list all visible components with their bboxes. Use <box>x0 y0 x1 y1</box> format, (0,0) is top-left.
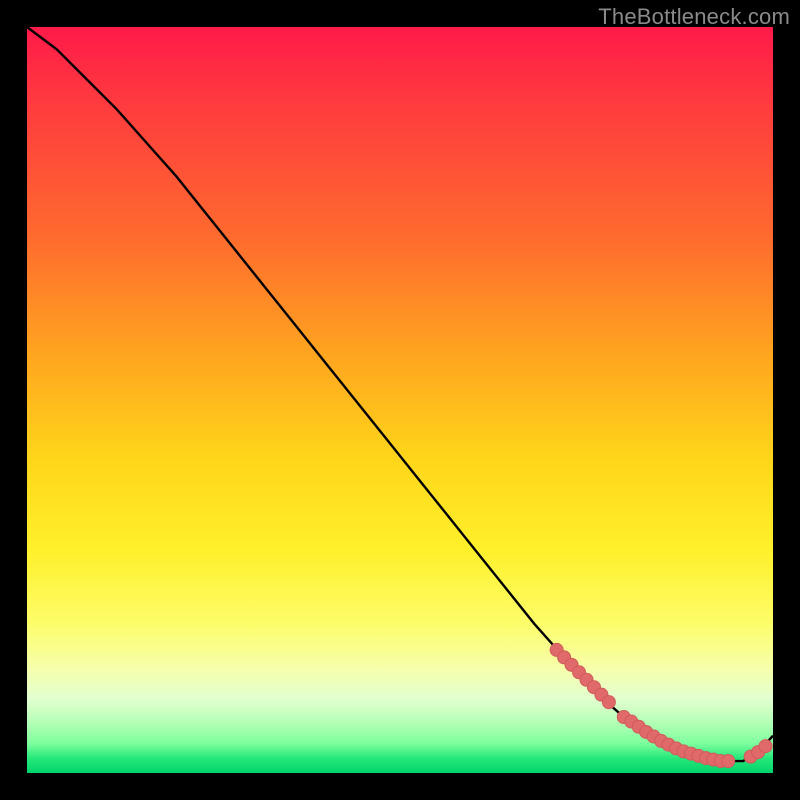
gradient-plot-area <box>27 27 773 773</box>
data-dot <box>602 696 615 709</box>
data-dots-group <box>550 643 772 767</box>
data-dot <box>759 740 772 753</box>
curve-svg <box>27 27 773 773</box>
data-dot <box>722 755 735 768</box>
main-curve <box>27 27 773 761</box>
chart-stage: TheBottleneck.com <box>0 0 800 800</box>
